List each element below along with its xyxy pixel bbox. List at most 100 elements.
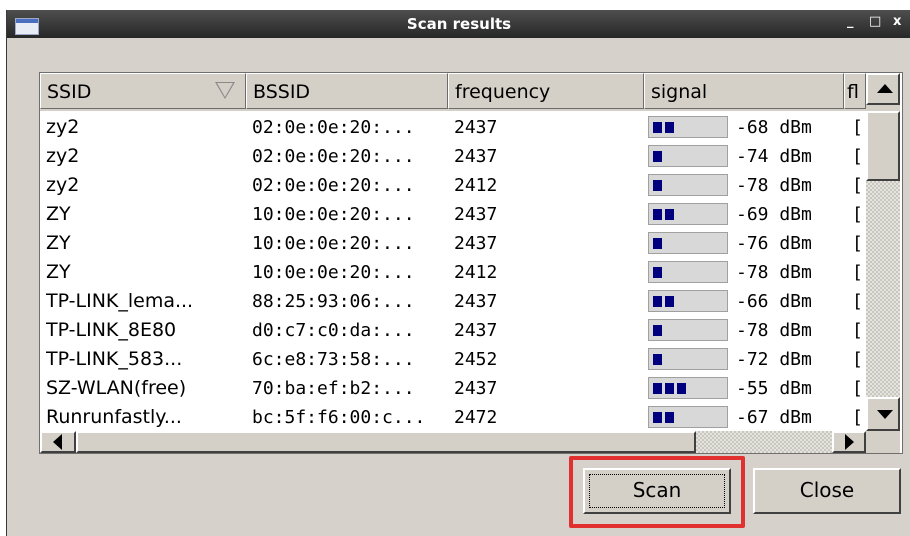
signal-bar-segment	[665, 122, 674, 133]
table-row[interactable]: TP-LINK_lema... 88:25:93:06:... 2437 -66 dB…	[40, 287, 866, 316]
frequency-cell: 2412	[454, 262, 498, 283]
frequency-cell: 2437	[454, 291, 498, 312]
signal-strength-bar	[648, 145, 728, 167]
flags-cell: [	[852, 175, 863, 196]
signal-bar-segment	[653, 383, 662, 394]
flags-cell: [	[852, 262, 863, 283]
signal-strength-bar	[648, 232, 728, 254]
table-row[interactable]: ZY 10:0e:0e:20:... 2412 -78 dBm [	[40, 258, 866, 287]
frequency-cell: 2437	[454, 204, 498, 225]
flags-cell: [	[852, 378, 863, 399]
signal-strength-bar	[648, 348, 728, 370]
signal-bar-segment	[653, 267, 662, 278]
frequency-cell: 2412	[454, 175, 498, 196]
column-header-signal[interactable]: signal	[644, 73, 844, 109]
signal-strength-bar	[648, 116, 728, 138]
bssid-cell: 02:0e:0e:20:...	[252, 175, 415, 196]
table-body: zy2 02:0e:0e:20:... 2437 -68 dBm [zy2 02:0e:0…	[40, 113, 866, 431]
bssid-cell: 10:0e:0e:20:...	[252, 204, 415, 225]
signal-bar-segment	[653, 412, 662, 423]
ssid-cell: ZY	[46, 203, 71, 225]
signal-bar-segment	[653, 354, 662, 365]
frequency-cell: 2452	[454, 349, 498, 370]
minimize-icon[interactable]: _	[847, 14, 854, 29]
column-header-bssid[interactable]: BSSID	[246, 73, 448, 109]
signal-strength-bar	[648, 261, 728, 283]
scan-button[interactable]: Scan	[583, 468, 731, 514]
table-row[interactable]: Runrunfastly... bc:5f:f6:00:c... 2472 -67 d…	[40, 403, 866, 431]
bssid-cell: bc:5f:f6:00:c...	[252, 407, 426, 428]
table-row[interactable]: SZ-WLAN(free) 70:ba:ef:b2:... 2437 -55 dBm [	[40, 374, 866, 403]
arrow-down-icon	[877, 410, 893, 419]
bssid-cell: 70:ba:ef:b2:...	[252, 378, 415, 399]
ssid-cell: zy2	[46, 116, 80, 138]
table-row[interactable]: ZY 10:0e:0e:20:... 2437 -69 dBm [	[40, 200, 866, 229]
table-row[interactable]: TP-LINK_583... 6c:e8:73:58:... 2452 -72 dBm…	[40, 345, 866, 374]
close-window-icon[interactable]: x	[893, 14, 901, 29]
scan-results-window: Scan results _ □ x SSID BSSID frequency …	[6, 10, 910, 536]
signal-bar-segment	[653, 151, 662, 162]
vertical-scroll-thumb[interactable]	[866, 111, 900, 181]
bssid-cell: 02:0e:0e:20:...	[252, 117, 415, 138]
arrow-right-icon	[845, 434, 854, 450]
title-bar[interactable]: Scan results _ □ x	[7, 10, 910, 38]
frequency-cell: 2437	[454, 233, 498, 254]
sort-descending-icon	[215, 82, 235, 99]
signal-bar-segment	[665, 209, 674, 220]
table-row[interactable]: zy2 02:0e:0e:20:... 2437 -68 dBm [	[40, 113, 866, 142]
signal-dbm-cell: -74 dBm	[736, 146, 812, 167]
bssid-cell: 88:25:93:06:...	[252, 291, 415, 312]
flags-cell: [	[852, 320, 863, 341]
signal-strength-bar	[648, 319, 728, 341]
signal-dbm-cell: -66 dBm	[736, 291, 812, 312]
ssid-cell: TP-LINK_583...	[46, 348, 183, 370]
signal-strength-bar	[648, 290, 728, 312]
signal-dbm-cell: -78 dBm	[736, 320, 812, 341]
signal-bar-segment	[653, 180, 662, 191]
signal-bar-segment	[665, 383, 674, 394]
scroll-left-button[interactable]	[40, 431, 76, 453]
scan-results-list[interactable]: SSID BSSID frequency signal fl zy2 02:0e:…	[39, 72, 903, 454]
bssid-cell: d0:c7:c0:da:...	[252, 320, 415, 341]
scroll-down-button[interactable]	[866, 397, 900, 431]
flags-cell: [	[852, 349, 863, 370]
horizontal-scroll-thumb[interactable]	[76, 431, 696, 453]
signal-dbm-cell: -69 dBm	[736, 204, 812, 225]
ssid-cell: TP-LINK_lema...	[46, 290, 194, 312]
scroll-up-button[interactable]	[866, 73, 900, 105]
ssid-cell: SZ-WLAN(free)	[46, 377, 187, 399]
frequency-cell: 2472	[454, 407, 498, 428]
flags-cell: [	[852, 204, 863, 225]
table-row[interactable]: zy2 02:0e:0e:20:... 2412 -78 dBm [	[40, 171, 866, 200]
signal-dbm-cell: -55 dBm	[736, 378, 812, 399]
signal-dbm-cell: -78 dBm	[736, 175, 812, 196]
frequency-cell: 2437	[454, 320, 498, 341]
frequency-cell: 2437	[454, 146, 498, 167]
signal-bar-segment	[653, 296, 662, 307]
column-header-flags[interactable]: fl	[844, 73, 866, 109]
signal-dbm-cell: -78 dBm	[736, 262, 812, 283]
signal-strength-bar	[648, 406, 728, 428]
column-header-ssid[interactable]: SSID	[40, 73, 246, 109]
signal-bar-segment	[665, 296, 674, 307]
horizontal-scrollbar[interactable]	[40, 431, 866, 453]
table-row[interactable]: TP-LINK_8E80 d0:c7:c0:da:... 2437 -78 dBm [	[40, 316, 866, 345]
column-header-frequency[interactable]: frequency	[448, 73, 644, 109]
close-button[interactable]: Close	[753, 468, 901, 514]
vertical-scrollbar[interactable]	[866, 73, 900, 431]
bssid-cell: 10:0e:0e:20:...	[252, 233, 415, 254]
window-title: Scan results	[406, 15, 512, 33]
table-row[interactable]: zy2 02:0e:0e:20:... 2437 -74 dBm [	[40, 142, 866, 171]
maximize-icon[interactable]: □	[869, 14, 881, 29]
signal-dbm-cell: -72 dBm	[736, 349, 812, 370]
flags-cell: [	[852, 146, 863, 167]
flags-cell: [	[852, 233, 863, 254]
bssid-cell: 02:0e:0e:20:...	[252, 146, 415, 167]
ssid-cell: Runrunfastly...	[46, 406, 182, 428]
flags-cell: [	[852, 407, 863, 428]
scroll-right-button[interactable]	[832, 431, 866, 453]
signal-bar-segment	[653, 209, 662, 220]
flags-cell: [	[852, 117, 863, 138]
table-row[interactable]: ZY 10:0e:0e:20:... 2437 -76 dBm [	[40, 229, 866, 258]
flags-cell: [	[852, 291, 863, 312]
